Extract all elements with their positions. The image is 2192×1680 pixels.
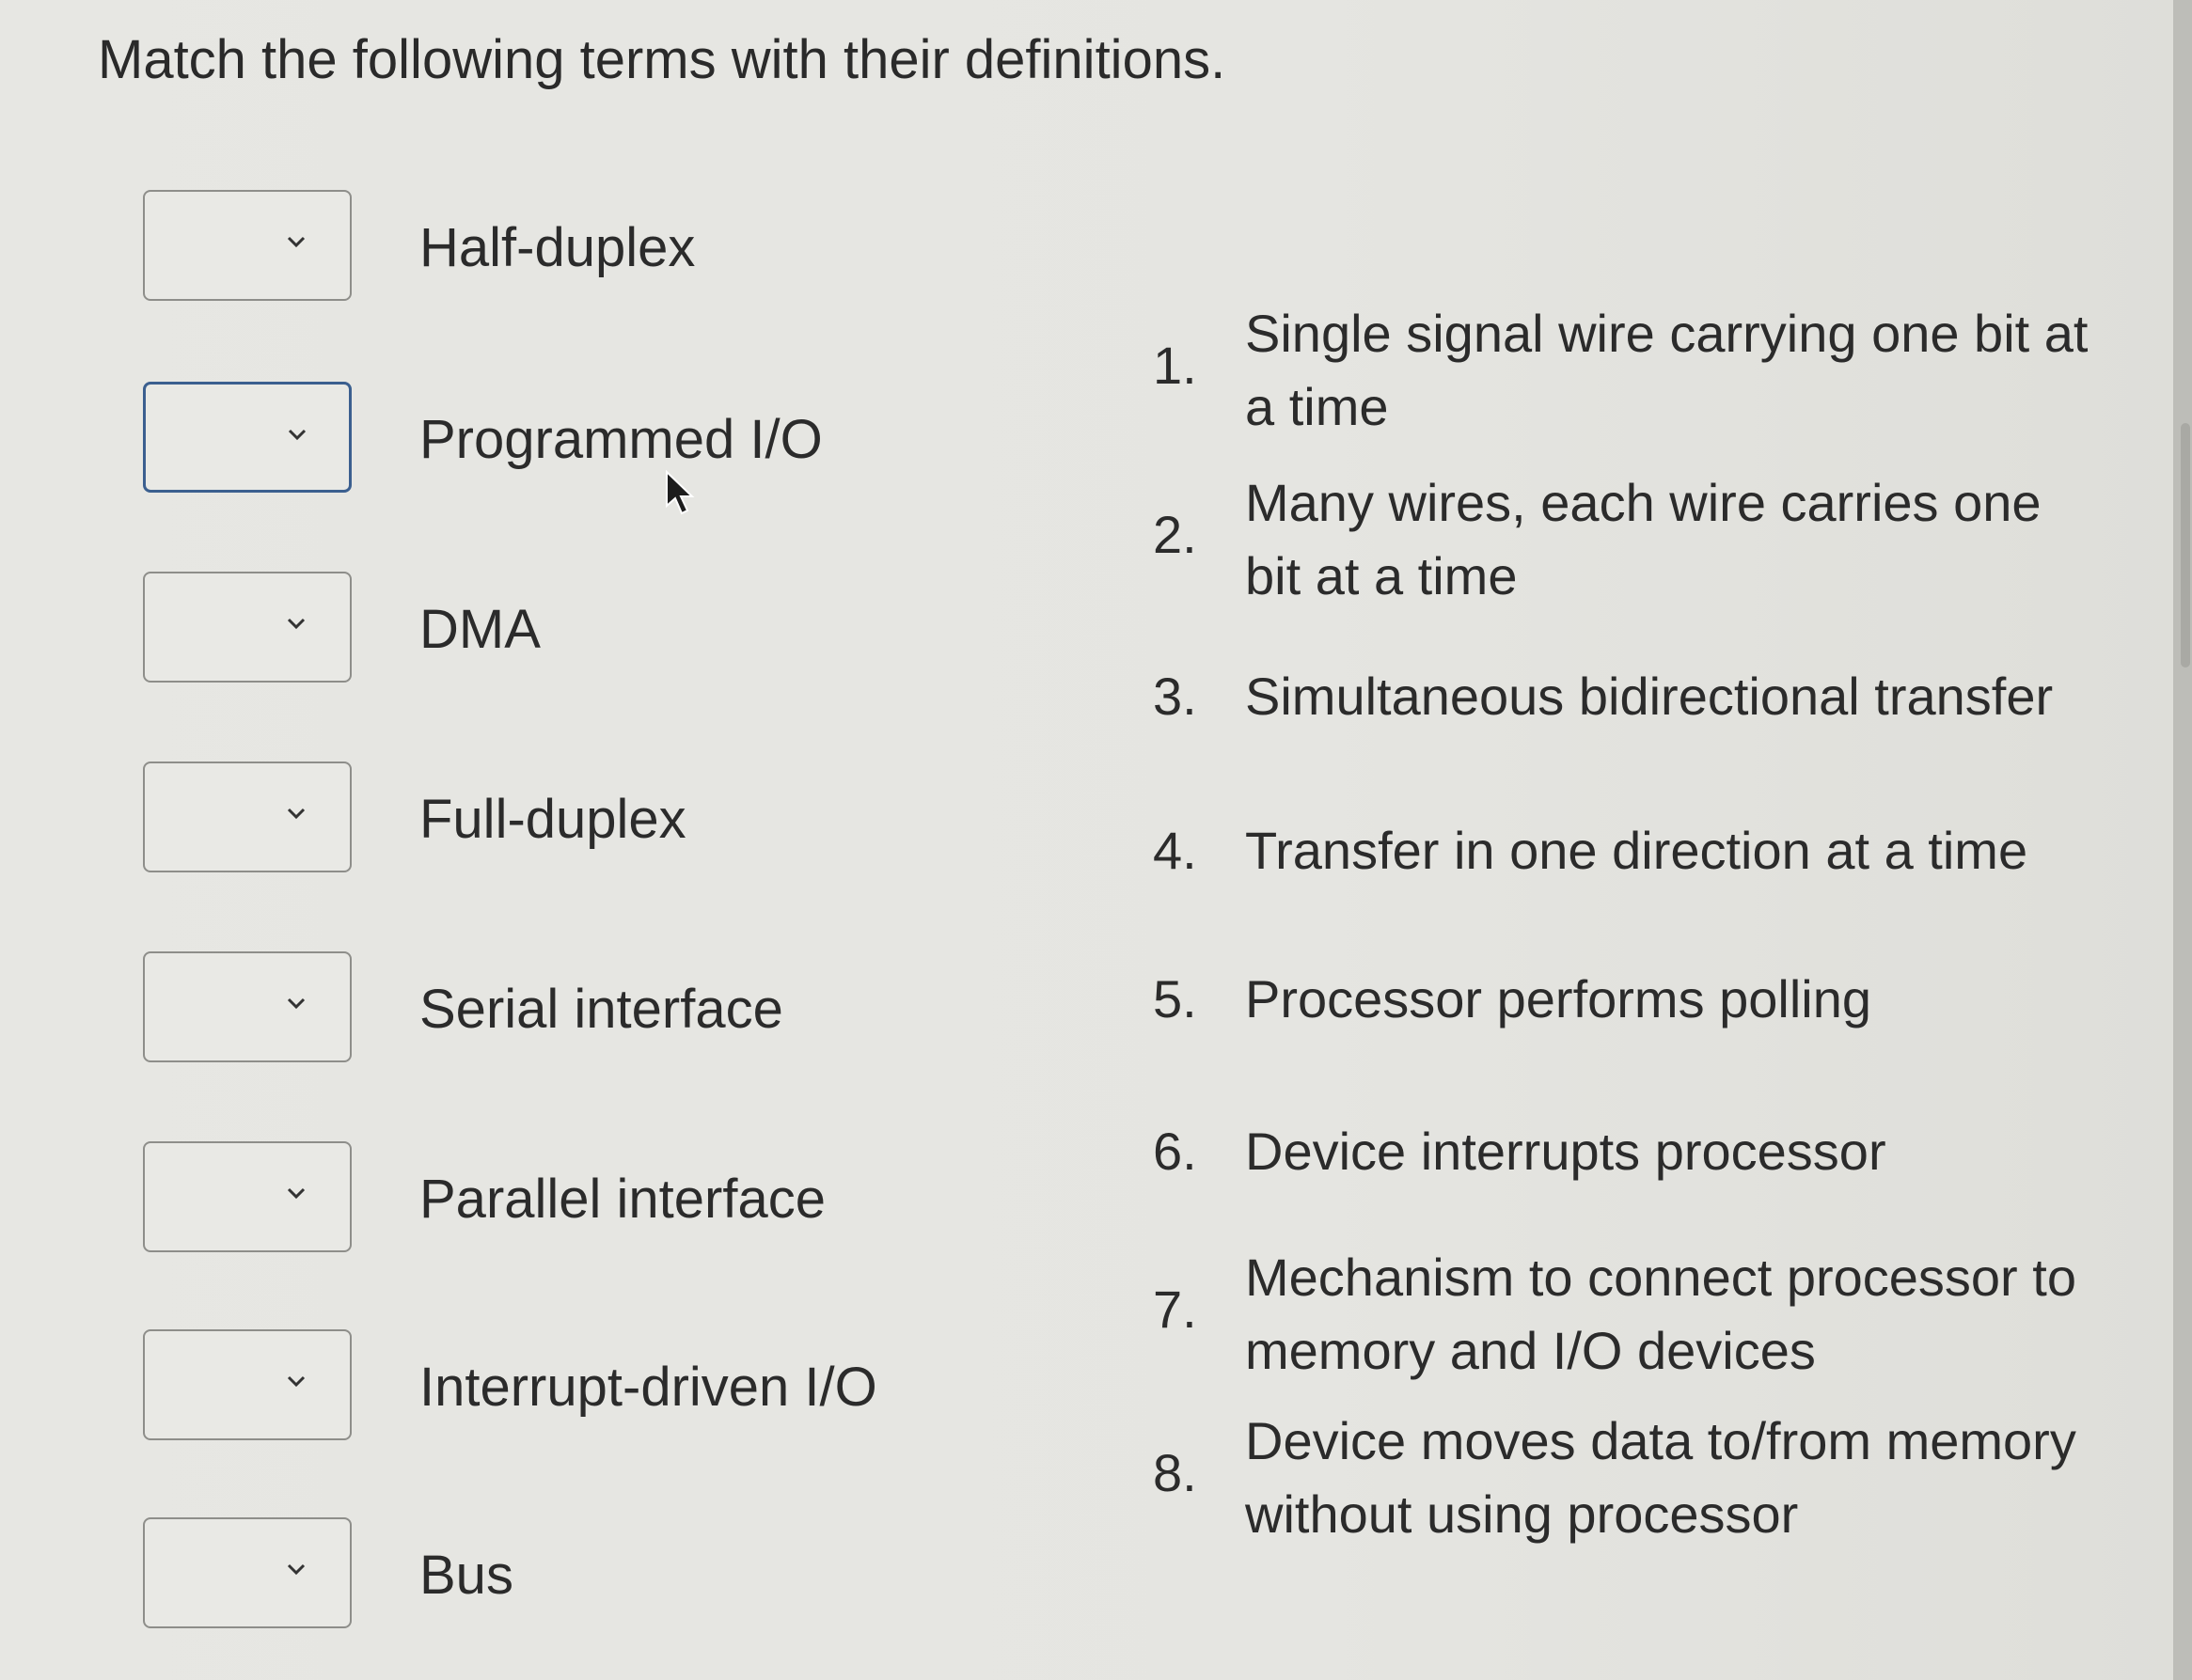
chevron-down-icon: [287, 236, 306, 248]
term-label: Serial interface: [419, 979, 783, 1040]
scrollbar[interactable]: [2173, 0, 2192, 1680]
quiz-page: Match the following terms with their def…: [0, 0, 2192, 1680]
term-row-programmed-io: Programmed I/O: [143, 382, 989, 496]
definition-item: 7. Mechanism to connect processor to mem…: [1153, 1241, 2150, 1391]
definition-text: Device interrupts processor: [1245, 1115, 2148, 1188]
definition-item: 3. Simultaneous bidirectional transfer: [1153, 660, 2150, 735]
term-row-serial-interface: Serial interface: [143, 951, 989, 1066]
chevron-down-icon: [287, 808, 306, 820]
definition-item: 4. Transfer in one direction at a time: [1153, 814, 2150, 889]
scrollbar-thumb[interactable]: [2181, 423, 2190, 667]
term-label: Bus: [419, 1545, 513, 1606]
term-row-dma: DMA: [143, 572, 989, 686]
match-select-programmed-io[interactable]: [143, 382, 352, 493]
term-label: Full-duplex: [419, 789, 686, 850]
match-select-half-duplex[interactable]: [143, 190, 352, 301]
term-label: Programmed I/O: [419, 409, 823, 470]
match-select-full-duplex[interactable]: [143, 761, 352, 872]
mouse-cursor-icon: [666, 470, 695, 515]
match-select-dma[interactable]: [143, 572, 352, 683]
definition-text: Transfer in one direction at a time: [1245, 814, 2148, 887]
definition-text: Many wires, each wire carries one bit at…: [1245, 466, 2148, 613]
definition-text: Mechanism to connect processor to memory…: [1245, 1241, 2148, 1388]
definition-line: without using processor: [1245, 1484, 1799, 1544]
definition-line: memory and I/O devices: [1245, 1321, 1816, 1380]
match-select-serial-interface[interactable]: [143, 951, 352, 1062]
definition-number: 8.: [1153, 1443, 1197, 1502]
definition-line: Single signal wire carrying one bit at: [1245, 304, 2089, 363]
definition-line: Mechanism to connect processor to: [1245, 1248, 2076, 1307]
definition-item: 5. Processor performs polling: [1153, 963, 2150, 1038]
definition-line: a time: [1245, 377, 1389, 436]
term-label: DMA: [419, 599, 541, 660]
definition-number: 1.: [1153, 336, 1197, 395]
definition-line: Processor performs polling: [1245, 969, 1872, 1028]
definition-item: 8. Device moves data to/from memory with…: [1153, 1405, 2150, 1555]
definition-line: Device interrupts processor: [1245, 1122, 1886, 1181]
definition-number: 4.: [1153, 821, 1197, 880]
chevron-down-icon: [287, 1563, 306, 1576]
definition-text: Device moves data to/from memory without…: [1245, 1405, 2148, 1551]
definition-line: Transfer in one direction at a time: [1245, 821, 2028, 880]
term-label: Interrupt-driven I/O: [419, 1357, 877, 1418]
definition-item: 6. Device interrupts processor: [1153, 1115, 2150, 1190]
question-prompt: Match the following terms with their def…: [98, 29, 1226, 90]
match-select-parallel-interface[interactable]: [143, 1141, 352, 1252]
definition-text: Processor performs polling: [1245, 963, 2148, 1036]
definition-item: 2. Many wires, each wire carries one bit…: [1153, 466, 2150, 617]
match-select-interrupt-driven-io[interactable]: [143, 1329, 352, 1440]
definition-number: 6.: [1153, 1122, 1197, 1181]
term-row-bus: Bus: [143, 1517, 989, 1632]
definition-text: Simultaneous bidirectional transfer: [1245, 660, 2148, 733]
chevron-down-icon: [287, 618, 306, 630]
term-row-full-duplex: Full-duplex: [143, 761, 989, 876]
definition-line: Device moves data to/from memory: [1245, 1411, 2076, 1470]
term-row-interrupt-driven-io: Interrupt-driven I/O: [143, 1329, 989, 1444]
definition-line: Simultaneous bidirectional transfer: [1245, 667, 2054, 726]
definition-number: 7.: [1153, 1280, 1197, 1339]
chevron-down-icon: [287, 1187, 306, 1200]
chevron-down-icon: [287, 1375, 306, 1388]
definition-number: 5.: [1153, 969, 1197, 1028]
term-label: Parallel interface: [419, 1169, 826, 1230]
definition-number: 2.: [1153, 505, 1197, 564]
definition-line: Many wires, each wire carries one: [1245, 473, 2042, 532]
chevron-down-icon: [287, 997, 306, 1010]
term-label: Half-duplex: [419, 217, 696, 278]
term-row-parallel-interface: Parallel interface: [143, 1141, 989, 1256]
definition-number: 3.: [1153, 667, 1197, 726]
definition-item: 1. Single signal wire carrying one bit a…: [1153, 297, 2150, 447]
chevron-down-icon: [288, 429, 307, 441]
term-row-half-duplex: Half-duplex: [143, 190, 989, 305]
definition-line: bit at a time: [1245, 546, 1518, 605]
match-select-bus[interactable]: [143, 1517, 352, 1628]
definition-text: Single signal wire carrying one bit at a…: [1245, 297, 2148, 444]
